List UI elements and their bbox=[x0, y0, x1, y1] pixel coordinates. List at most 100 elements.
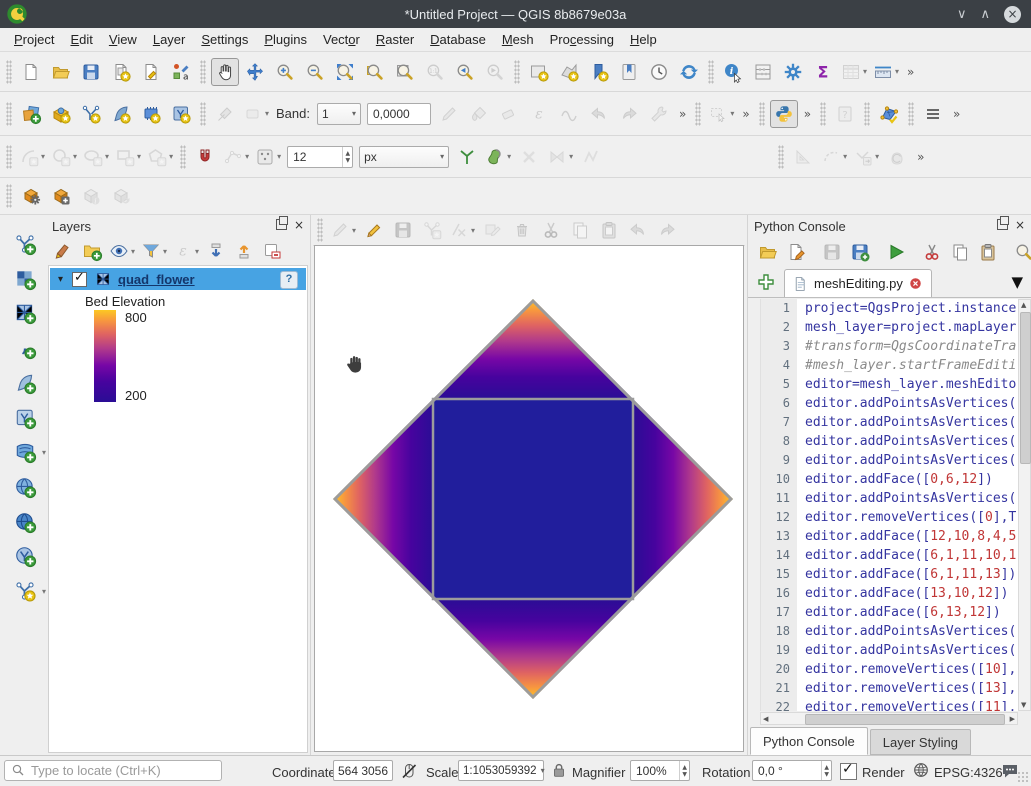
save-project-button[interactable] bbox=[77, 58, 105, 86]
dropdown-arrow-icon[interactable]: ▾ bbox=[105, 152, 109, 161]
toolbar-overflow-button[interactable]: » bbox=[742, 107, 749, 121]
dropdown-arrow-icon[interactable]: ▾ bbox=[131, 247, 135, 256]
dropdown-arrow-icon[interactable]: ▾ bbox=[245, 152, 249, 161]
snapping-mode-button[interactable]: ▾ bbox=[253, 143, 283, 171]
open-layer-styling-button[interactable] bbox=[51, 239, 77, 263]
measure-line-button[interactable]: ▾ bbox=[871, 58, 901, 86]
magnifier-spinbox[interactable]: 100% ▲▼ bbox=[630, 760, 690, 781]
new-shapefile-layer-button[interactable] bbox=[77, 100, 105, 128]
toolbar-grip[interactable] bbox=[908, 102, 914, 126]
new-virtual-layer-button[interactable] bbox=[167, 100, 195, 128]
processing-toolbox-button[interactable] bbox=[779, 58, 807, 86]
dropdown-arrow-icon[interactable]: ▾ bbox=[137, 152, 141, 161]
menu-layer[interactable]: Layer bbox=[145, 29, 194, 50]
add-wcs-layer-button[interactable] bbox=[9, 471, 39, 501]
menu-processing[interactable]: Processing bbox=[542, 29, 622, 50]
spin-down-icon[interactable]: ▼ bbox=[824, 771, 829, 778]
statistical-summary-button[interactable] bbox=[749, 58, 777, 86]
mouse-extent-toggle-icon[interactable] bbox=[399, 761, 419, 781]
new-3d-map-view-button[interactable] bbox=[555, 58, 583, 86]
digitize-mesh-button[interactable] bbox=[875, 100, 903, 128]
toolbar-grip[interactable] bbox=[180, 145, 186, 169]
band-value-input[interactable]: 0,0000 bbox=[367, 103, 431, 125]
copy-text-button[interactable] bbox=[947, 240, 973, 265]
add-virtual-layer-button[interactable] bbox=[9, 402, 39, 432]
new-tab-icon[interactable] bbox=[756, 272, 776, 292]
add-delimited-text-layer-button[interactable]: , bbox=[9, 332, 39, 362]
save-script-as-button[interactable] bbox=[847, 240, 873, 265]
scroll-down-icon[interactable]: ▼ bbox=[1021, 701, 1026, 709]
new-print-layout-button[interactable] bbox=[107, 58, 135, 86]
layer-indicator-badge[interactable]: ? bbox=[280, 271, 298, 289]
toolbar-grip[interactable] bbox=[864, 102, 870, 126]
menu-project[interactable]: Project bbox=[6, 29, 62, 50]
new-spatial-bookmark-button[interactable] bbox=[585, 58, 613, 86]
snapping-tolerance[interactable]: 12▲▼ bbox=[287, 146, 353, 168]
scroll-right-icon[interactable]: ▶ bbox=[1010, 715, 1015, 723]
float-panel-icon[interactable] bbox=[276, 219, 287, 230]
spin-up-icon[interactable]: ▲ bbox=[682, 764, 687, 771]
horizontal-scroll-thumb[interactable] bbox=[805, 714, 1005, 725]
menu-view[interactable]: View bbox=[101, 29, 145, 50]
new-mesh-layer-button[interactable] bbox=[137, 100, 165, 128]
snapping-units[interactable]: px▾ bbox=[359, 146, 449, 168]
coordinate-value[interactable]: 564 3056 bbox=[333, 760, 393, 781]
toolbar-grip[interactable] bbox=[778, 145, 784, 169]
new-project-button[interactable] bbox=[17, 58, 45, 86]
new-map-view-button[interactable] bbox=[525, 58, 553, 86]
menu-vector[interactable]: Vector bbox=[315, 29, 368, 50]
topological-editing-button[interactable] bbox=[453, 143, 481, 171]
toolbar-grip[interactable] bbox=[200, 102, 206, 126]
close-button-icon[interactable]: × bbox=[1004, 6, 1021, 23]
layer-row[interactable]: ▾ ✓ quad_flower ? bbox=[50, 268, 306, 290]
scale-dropdown-icon[interactable]: ▾ bbox=[541, 766, 545, 775]
tab-list-dropdown-icon[interactable]: ▼ bbox=[1011, 273, 1023, 291]
expand-all-button[interactable] bbox=[203, 239, 229, 263]
vertical-scroll-thumb[interactable] bbox=[1020, 312, 1031, 464]
find-text-button[interactable] bbox=[1011, 240, 1031, 265]
add-mesh-layer-button[interactable] bbox=[9, 297, 39, 327]
scale-combobox[interactable]: 1:1053059392 ▾ bbox=[458, 760, 544, 781]
show-spatial-bookmarks-button[interactable] bbox=[615, 58, 643, 86]
dropdown-arrow-icon[interactable]: ▾ bbox=[730, 109, 734, 118]
toolbar-grip[interactable] bbox=[6, 184, 12, 208]
map-canvas[interactable] bbox=[314, 245, 744, 752]
editor-tab[interactable]: meshEditing.py bbox=[784, 269, 932, 297]
add-raster-layer-button[interactable] bbox=[9, 263, 39, 293]
menu-edit[interactable]: Edit bbox=[62, 29, 100, 50]
menu-raster[interactable]: Raster bbox=[368, 29, 422, 50]
temporal-controller-button[interactable] bbox=[645, 58, 673, 86]
manage-map-themes-button[interactable]: ▾ bbox=[107, 239, 137, 263]
dropdown-arrow-icon[interactable]: ▾ bbox=[265, 109, 269, 118]
layer-visibility-checkbox[interactable]: ✓ bbox=[72, 272, 87, 287]
add-vector-tile-layer-button[interactable] bbox=[9, 540, 39, 570]
enable-snapping-button[interactable] bbox=[191, 143, 219, 171]
toolbar-overflow-button[interactable]: » bbox=[804, 107, 811, 121]
toolbar-menu-button[interactable] bbox=[919, 100, 947, 128]
zoom-out-button[interactable] bbox=[301, 58, 329, 86]
open-project-button[interactable] bbox=[47, 58, 75, 86]
toolbar-overflow-button[interactable]: » bbox=[907, 65, 914, 79]
toolbar-overflow-button[interactable]: » bbox=[953, 107, 960, 121]
zoom-in-button[interactable] bbox=[271, 58, 299, 86]
collapse-all-button[interactable] bbox=[231, 239, 257, 263]
open-data-source-manager-button[interactable] bbox=[17, 100, 45, 128]
minimize-button-icon[interactable]: ∨ bbox=[957, 7, 967, 22]
dropdown-arrow-icon[interactable]: ▾ bbox=[73, 152, 77, 161]
dropdown-arrow-icon[interactable]: ▾ bbox=[352, 226, 356, 235]
zoom-full-button[interactable] bbox=[331, 58, 359, 86]
close-tab-icon[interactable] bbox=[908, 276, 923, 291]
dropdown-arrow-icon[interactable]: ▾ bbox=[507, 152, 511, 161]
maximize-button-icon[interactable]: ∧ bbox=[980, 7, 990, 22]
menu-database[interactable]: Database bbox=[422, 29, 494, 50]
create-mesh-button[interactable] bbox=[47, 182, 75, 210]
paste-text-button[interactable] bbox=[975, 240, 1001, 265]
show-statistics-button[interactable]: Σ bbox=[809, 58, 837, 86]
spin-up-icon[interactable]: ▲ bbox=[824, 764, 829, 771]
toolbar-grip[interactable] bbox=[200, 60, 206, 84]
run-script-button[interactable] bbox=[883, 240, 909, 265]
toolbar-grip[interactable] bbox=[759, 102, 765, 126]
dropdown-arrow-icon[interactable]: ▾ bbox=[895, 67, 899, 76]
zoom-to-selection-button[interactable] bbox=[361, 58, 389, 86]
mesh-calculator-button[interactable] bbox=[17, 182, 45, 210]
